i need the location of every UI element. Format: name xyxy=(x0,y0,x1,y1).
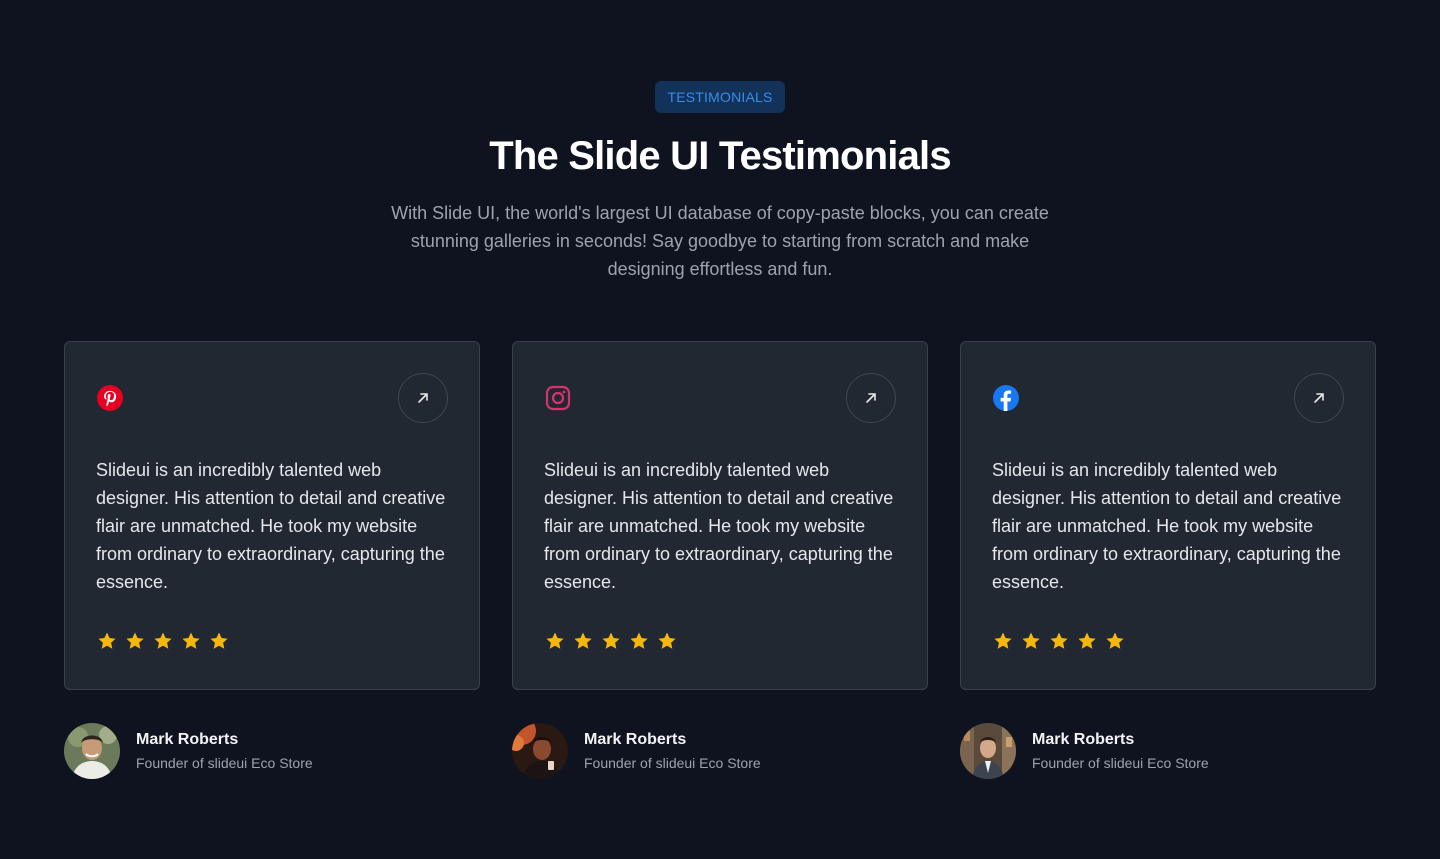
star-icon xyxy=(574,632,592,649)
star-rating xyxy=(993,631,1125,651)
star-icon xyxy=(546,632,564,649)
facebook-icon xyxy=(993,385,1019,411)
testimonial-list: Slideui is an incredibly talented web de… xyxy=(64,341,1376,779)
pinterest-icon xyxy=(97,385,123,411)
testimonial-author: Mark Roberts Founder of slideui Eco Stor… xyxy=(960,723,1376,779)
section-title: The Slide UI Testimonials xyxy=(489,134,951,178)
star-icon xyxy=(1022,632,1040,649)
arrow-up-right-icon xyxy=(1314,393,1324,403)
testimonial-card: Slideui is an incredibly talented web de… xyxy=(512,341,928,690)
instagram-icon xyxy=(545,385,571,411)
open-testimonial-button[interactable] xyxy=(846,373,896,423)
testimonial-column: Slideui is an incredibly talented web de… xyxy=(512,341,928,779)
star-icon xyxy=(1078,632,1096,649)
arrow-up-right-icon xyxy=(866,393,876,403)
author-name: Mark Roberts xyxy=(136,731,239,748)
star-rating xyxy=(97,631,229,651)
open-testimonial-button[interactable] xyxy=(398,373,448,423)
star-icon xyxy=(602,632,620,649)
author-role: Founder of slideui Eco Store xyxy=(1032,755,1209,771)
star-icon xyxy=(126,632,144,649)
testimonial-author: Mark Roberts Founder of slideui Eco Stor… xyxy=(64,723,480,779)
testimonial-quote: Slideui is an incredibly talented web de… xyxy=(96,460,446,592)
author-name: Mark Roberts xyxy=(1032,731,1135,748)
star-icon xyxy=(630,632,648,649)
section-header: TESTIMONIALS The Slide UI Testimonials W… xyxy=(0,0,1440,283)
testimonial-author: Mark Roberts Founder of slideui Eco Stor… xyxy=(512,723,928,779)
star-icon xyxy=(98,632,116,649)
testimonials-section: TESTIMONIALS The Slide UI Testimonials W… xyxy=(0,0,1440,859)
star-icon xyxy=(1106,632,1124,649)
testimonial-quote: Slideui is an incredibly talented web de… xyxy=(992,460,1342,592)
section-subtitle: With Slide UI, the world's largest UI da… xyxy=(391,203,1049,279)
open-testimonial-button[interactable] xyxy=(1294,373,1344,423)
testimonial-column: Slideui is an incredibly talented web de… xyxy=(64,341,480,779)
testimonial-card: Slideui is an incredibly talented web de… xyxy=(960,341,1376,690)
star-rating xyxy=(545,631,677,651)
author-name: Mark Roberts xyxy=(584,731,687,748)
star-icon xyxy=(182,632,200,649)
arrow-up-right-icon xyxy=(418,393,428,403)
author-role: Founder of slideui Eco Store xyxy=(136,755,313,771)
testimonial-card: Slideui is an incredibly talented web de… xyxy=(64,341,480,690)
star-icon xyxy=(658,632,676,649)
star-icon xyxy=(1050,632,1068,649)
testimonial-quote: Slideui is an incredibly talented web de… xyxy=(544,460,894,592)
testimonial-column: Slideui is an incredibly talented web de… xyxy=(960,341,1376,779)
avatar xyxy=(960,723,1016,779)
avatar xyxy=(64,723,120,779)
avatar xyxy=(512,723,568,779)
section-badge: TESTIMONIALS xyxy=(655,81,785,113)
author-role: Founder of slideui Eco Store xyxy=(584,755,761,771)
star-icon xyxy=(154,632,172,649)
star-icon xyxy=(210,632,228,649)
star-icon xyxy=(994,632,1012,649)
